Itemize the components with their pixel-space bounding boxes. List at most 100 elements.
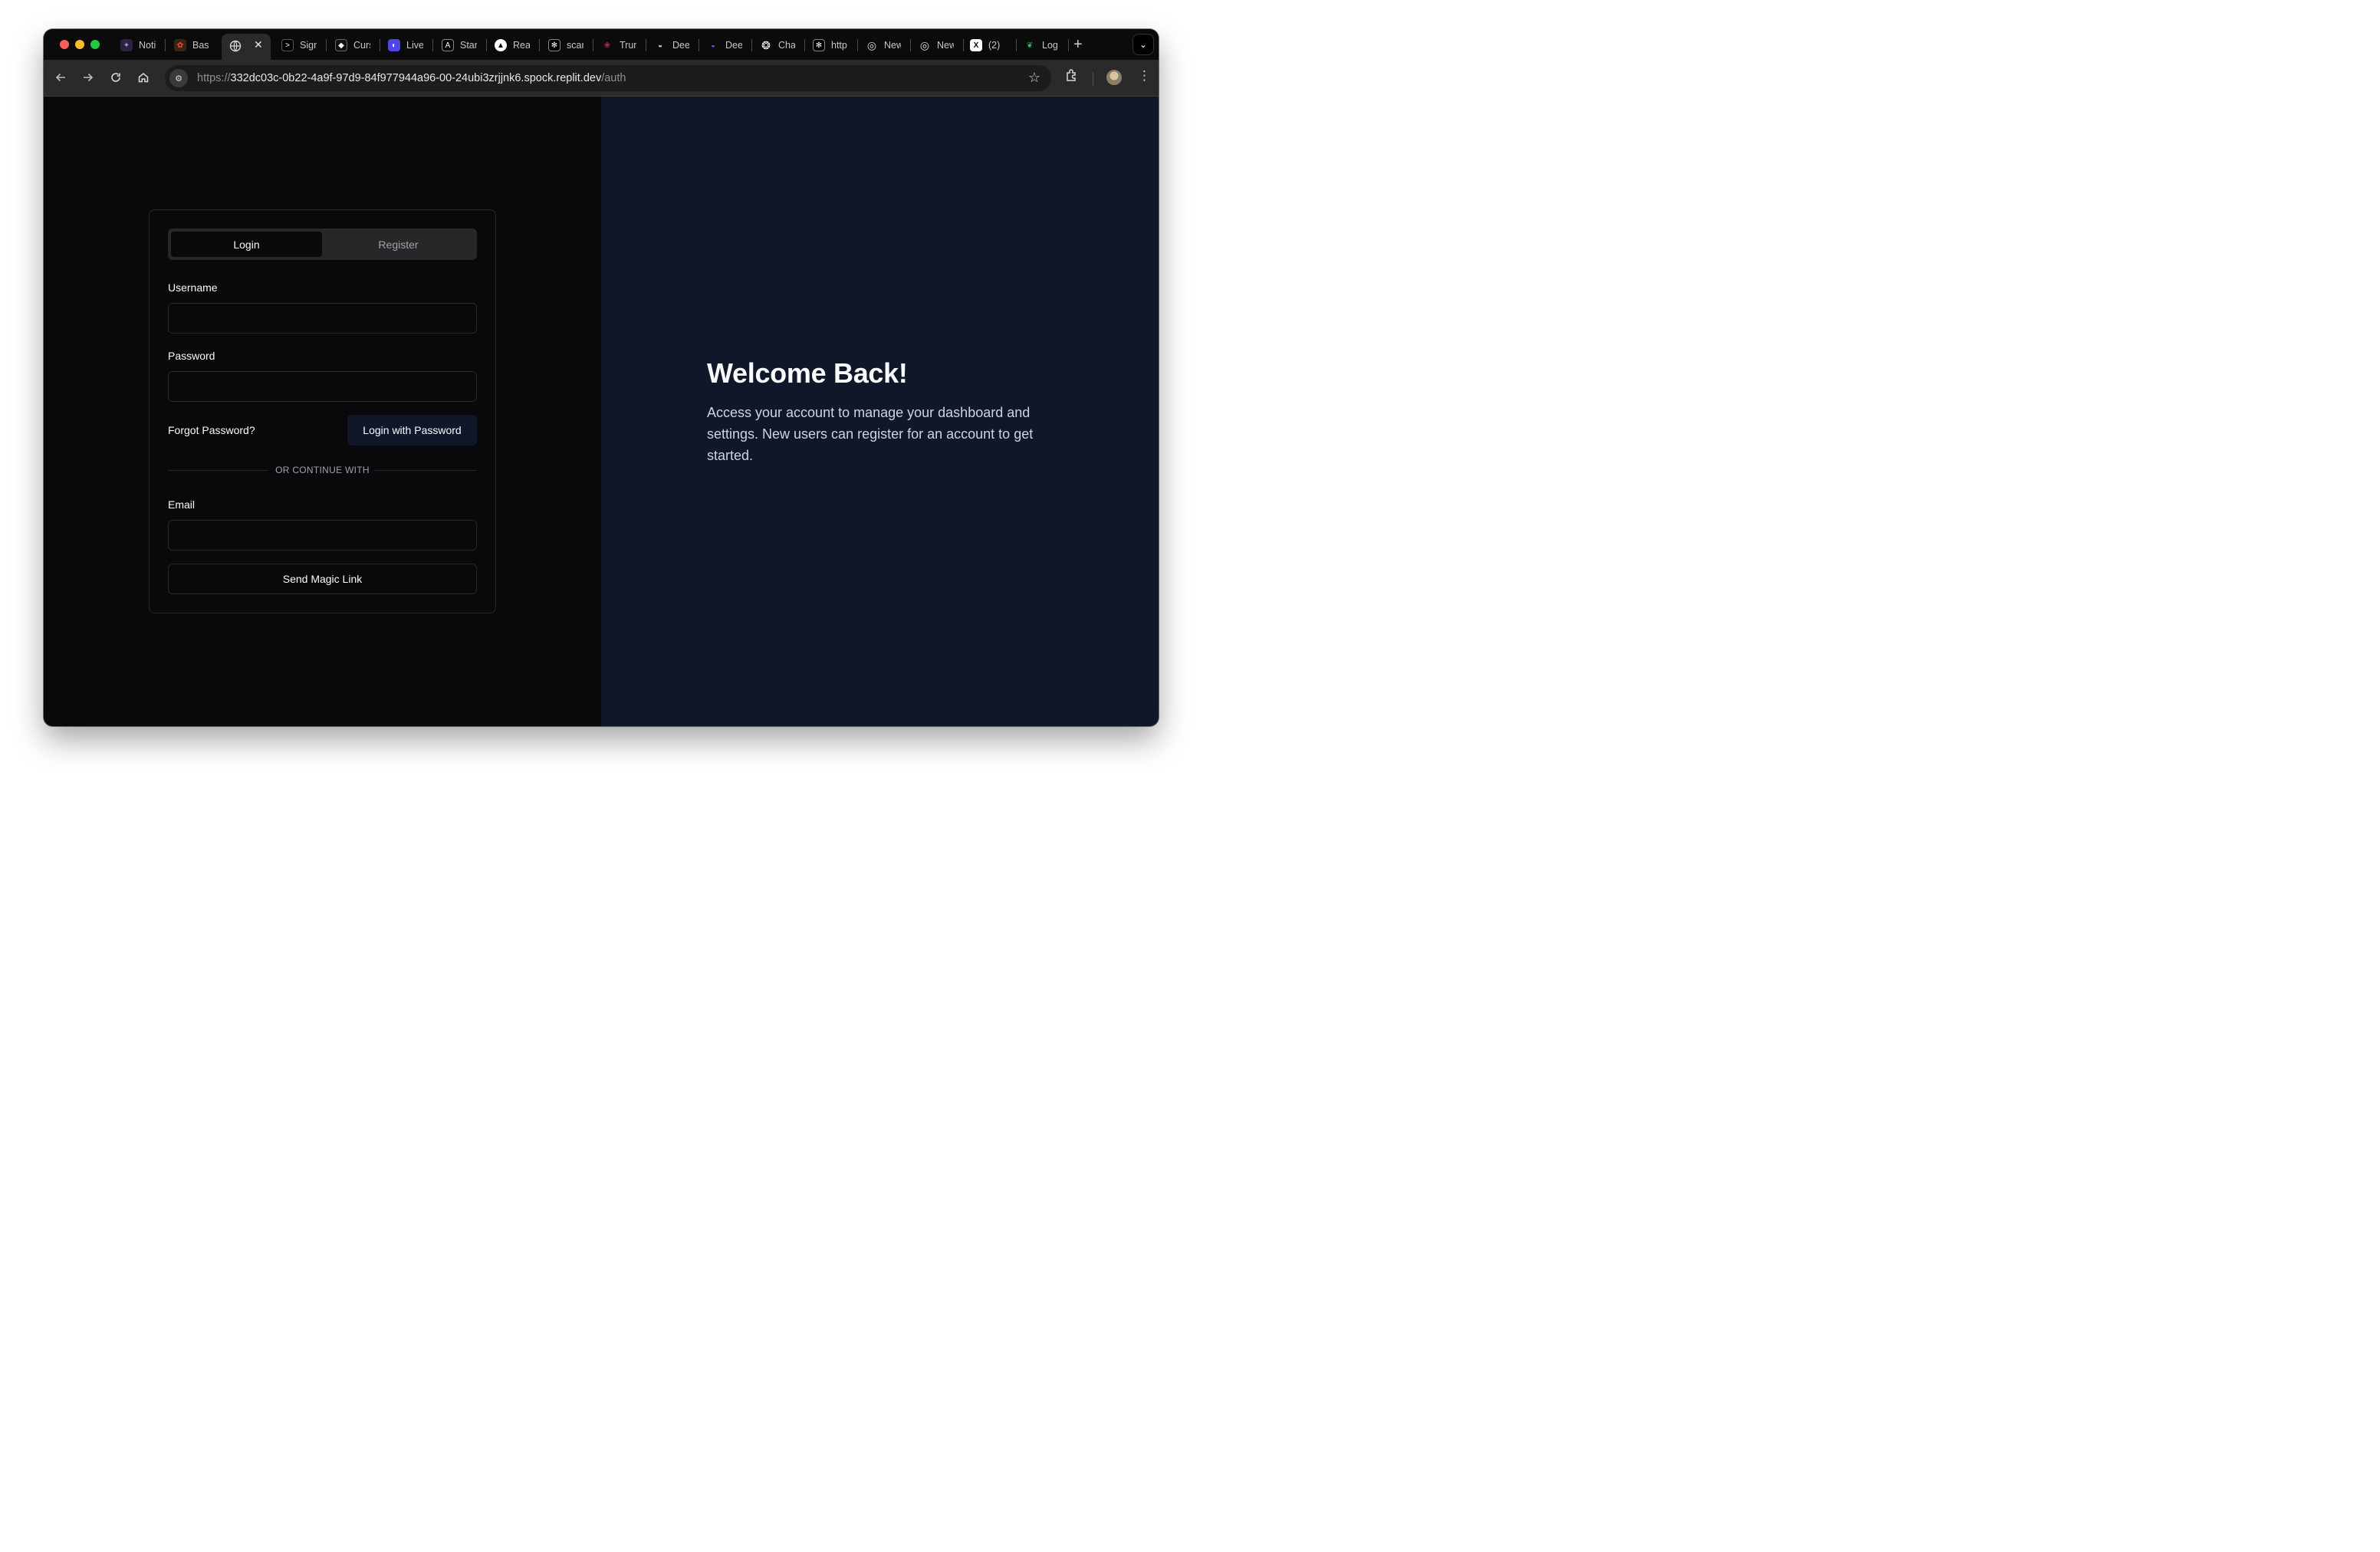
- extensions-icon[interactable]: [1065, 68, 1079, 86]
- tab-title: Cursor: [353, 40, 370, 51]
- forgot-password-link[interactable]: Forgot Password?: [168, 424, 255, 436]
- browser-tab[interactable]: ✦ Notion: [120, 35, 156, 56]
- tab-title: Deep: [725, 40, 742, 51]
- nbc-icon: ❀: [603, 41, 611, 50]
- url-text[interactable]: https://332dc03c-0b22-4a9f-97d9-84f97794…: [197, 72, 626, 84]
- tab-separator: [804, 39, 805, 51]
- active-browser-tab[interactable]: ✕: [222, 34, 271, 60]
- close-tab-icon[interactable]: ✕: [254, 38, 263, 51]
- bookmark-star-icon[interactable]: ☆: [1028, 70, 1040, 86]
- grid-icon: ✻: [548, 39, 560, 51]
- hero-panel: Welcome Back! Access your account to man…: [601, 97, 1159, 726]
- tab-title: Sign: [300, 40, 317, 51]
- browser-window: ✦ Notion ✿ Base ✕ > Sign ◆ Cursor ◐ Live: [44, 29, 1159, 726]
- back-arrow-icon[interactable]: [52, 69, 69, 86]
- site-settings-icon[interactable]: ⚙: [169, 69, 188, 87]
- tab-title: React: [513, 40, 530, 51]
- browser-tab[interactable]: X (2): [970, 35, 1005, 56]
- auth-panel: Login Register Username Password Forgot …: [44, 97, 601, 726]
- tab-title: http: [831, 40, 847, 51]
- tab-separator: [165, 39, 166, 51]
- tab-separator: [751, 39, 752, 51]
- chrome-icon: ◎: [919, 38, 930, 51]
- leaf-icon: ❦: [1026, 41, 1034, 50]
- globe-icon: [229, 40, 242, 52]
- forward-arrow-icon[interactable]: [80, 69, 97, 86]
- browser-tab[interactable]: ✻ http: [813, 35, 848, 56]
- login-with-password-button[interactable]: Login with Password: [347, 415, 477, 446]
- browser-tab[interactable]: A Star: [442, 35, 477, 56]
- new-tab-button[interactable]: +: [1073, 36, 1083, 54]
- triangle-icon: ▲: [495, 39, 507, 51]
- email-label: Email: [168, 498, 196, 511]
- tab-title: New: [937, 40, 954, 51]
- more-menu-icon[interactable]: ⋮: [1138, 68, 1151, 84]
- home-icon[interactable]: [135, 69, 152, 86]
- reload-icon[interactable]: [107, 69, 124, 86]
- cursor-icon: ◆: [335, 39, 347, 51]
- tab-title: Base: [192, 40, 209, 51]
- browser-tab[interactable]: ◎ New: [919, 35, 954, 56]
- browser-tab[interactable]: ◎ New: [866, 35, 901, 56]
- tab-separator: [1016, 39, 1017, 51]
- browser-tab[interactable]: ◒ Deep: [654, 35, 689, 56]
- divider-text: OR CONTINUE WITH: [275, 465, 370, 475]
- profile-avatar[interactable]: [1106, 70, 1122, 85]
- whale-icon: ◒: [657, 41, 663, 50]
- tab-separator: [486, 39, 487, 51]
- tab-title: Star: [460, 40, 477, 51]
- auth-tabs: Login Register: [168, 229, 477, 260]
- minimize-window-button[interactable]: [75, 40, 84, 49]
- tab-separator: [539, 39, 540, 51]
- tab-login[interactable]: Login: [171, 232, 322, 257]
- browser-tab[interactable]: ✿ Base: [174, 35, 209, 56]
- terminal-icon: >: [281, 39, 294, 51]
- hero-description: Access your account to manage your dashb…: [707, 405, 1034, 463]
- tab-title: Notion: [139, 40, 156, 51]
- send-magic-link-button[interactable]: Send Magic Link: [168, 564, 477, 594]
- notion-icon: ✦: [120, 39, 133, 51]
- browser-tab[interactable]: ✻ scan: [548, 35, 583, 56]
- tab-title: New: [884, 40, 901, 51]
- username-input[interactable]: [168, 303, 477, 334]
- url-path: /auth: [601, 72, 626, 84]
- tab-title: Chat: [778, 40, 795, 51]
- browser-tab[interactable]: ◐ Live: [388, 35, 423, 56]
- browser-tab[interactable]: ▲ React: [495, 35, 530, 56]
- tab-separator: [857, 39, 858, 51]
- tab-separator: [326, 39, 327, 51]
- address-bar[interactable]: ⚙ https://332dc03c-0b22-4a9f-97d9-84f977…: [165, 65, 1051, 91]
- tab-separator: [1068, 39, 1069, 51]
- url-scheme: https://: [197, 72, 231, 84]
- tab-separator: [432, 39, 433, 51]
- openai-icon: ❂: [761, 38, 771, 51]
- chrome-icon: ◎: [866, 38, 877, 51]
- zoom-window-button[interactable]: [90, 40, 100, 49]
- live-icon: ◐: [388, 39, 400, 51]
- chevron-down-icon[interactable]: ⌄: [1132, 34, 1154, 55]
- email-input[interactable]: [168, 520, 477, 551]
- a-icon: A: [442, 39, 454, 51]
- browser-tab[interactable]: ❀ Trump: [601, 35, 636, 56]
- browser-tab[interactable]: ❂ Chat: [760, 35, 795, 56]
- browser-tab[interactable]: ◒ Deep: [707, 35, 742, 56]
- tab-title: Trump: [620, 40, 636, 51]
- tab-register[interactable]: Register: [323, 232, 474, 257]
- tab-separator: [963, 39, 964, 51]
- figma-icon: ✿: [174, 39, 186, 51]
- whale-blue-icon: ◒: [710, 41, 716, 50]
- close-window-button[interactable]: [60, 40, 69, 49]
- url-host: 332dc03c-0b22-4a9f-97d9-84f977944a96-00-…: [230, 72, 602, 84]
- grid-icon: ✻: [813, 39, 825, 51]
- auth-card: Login Register Username Password Forgot …: [149, 209, 496, 613]
- browser-tab[interactable]: > Sign: [281, 35, 317, 56]
- tab-title: Deep: [672, 40, 689, 51]
- browser-tab[interactable]: ❦ Log: [1024, 35, 1059, 56]
- password-label: Password: [168, 350, 215, 362]
- password-input[interactable]: [168, 371, 477, 402]
- tab-title: (2): [988, 40, 1001, 51]
- tab-strip: ✦ Notion ✿ Base ✕ > Sign ◆ Cursor ◐ Live: [44, 29, 1159, 60]
- browser-toolbar: ⚙ https://332dc03c-0b22-4a9f-97d9-84f977…: [44, 60, 1159, 97]
- browser-tab[interactable]: ◆ Cursor: [335, 35, 370, 56]
- tab-title: Log: [1042, 40, 1058, 51]
